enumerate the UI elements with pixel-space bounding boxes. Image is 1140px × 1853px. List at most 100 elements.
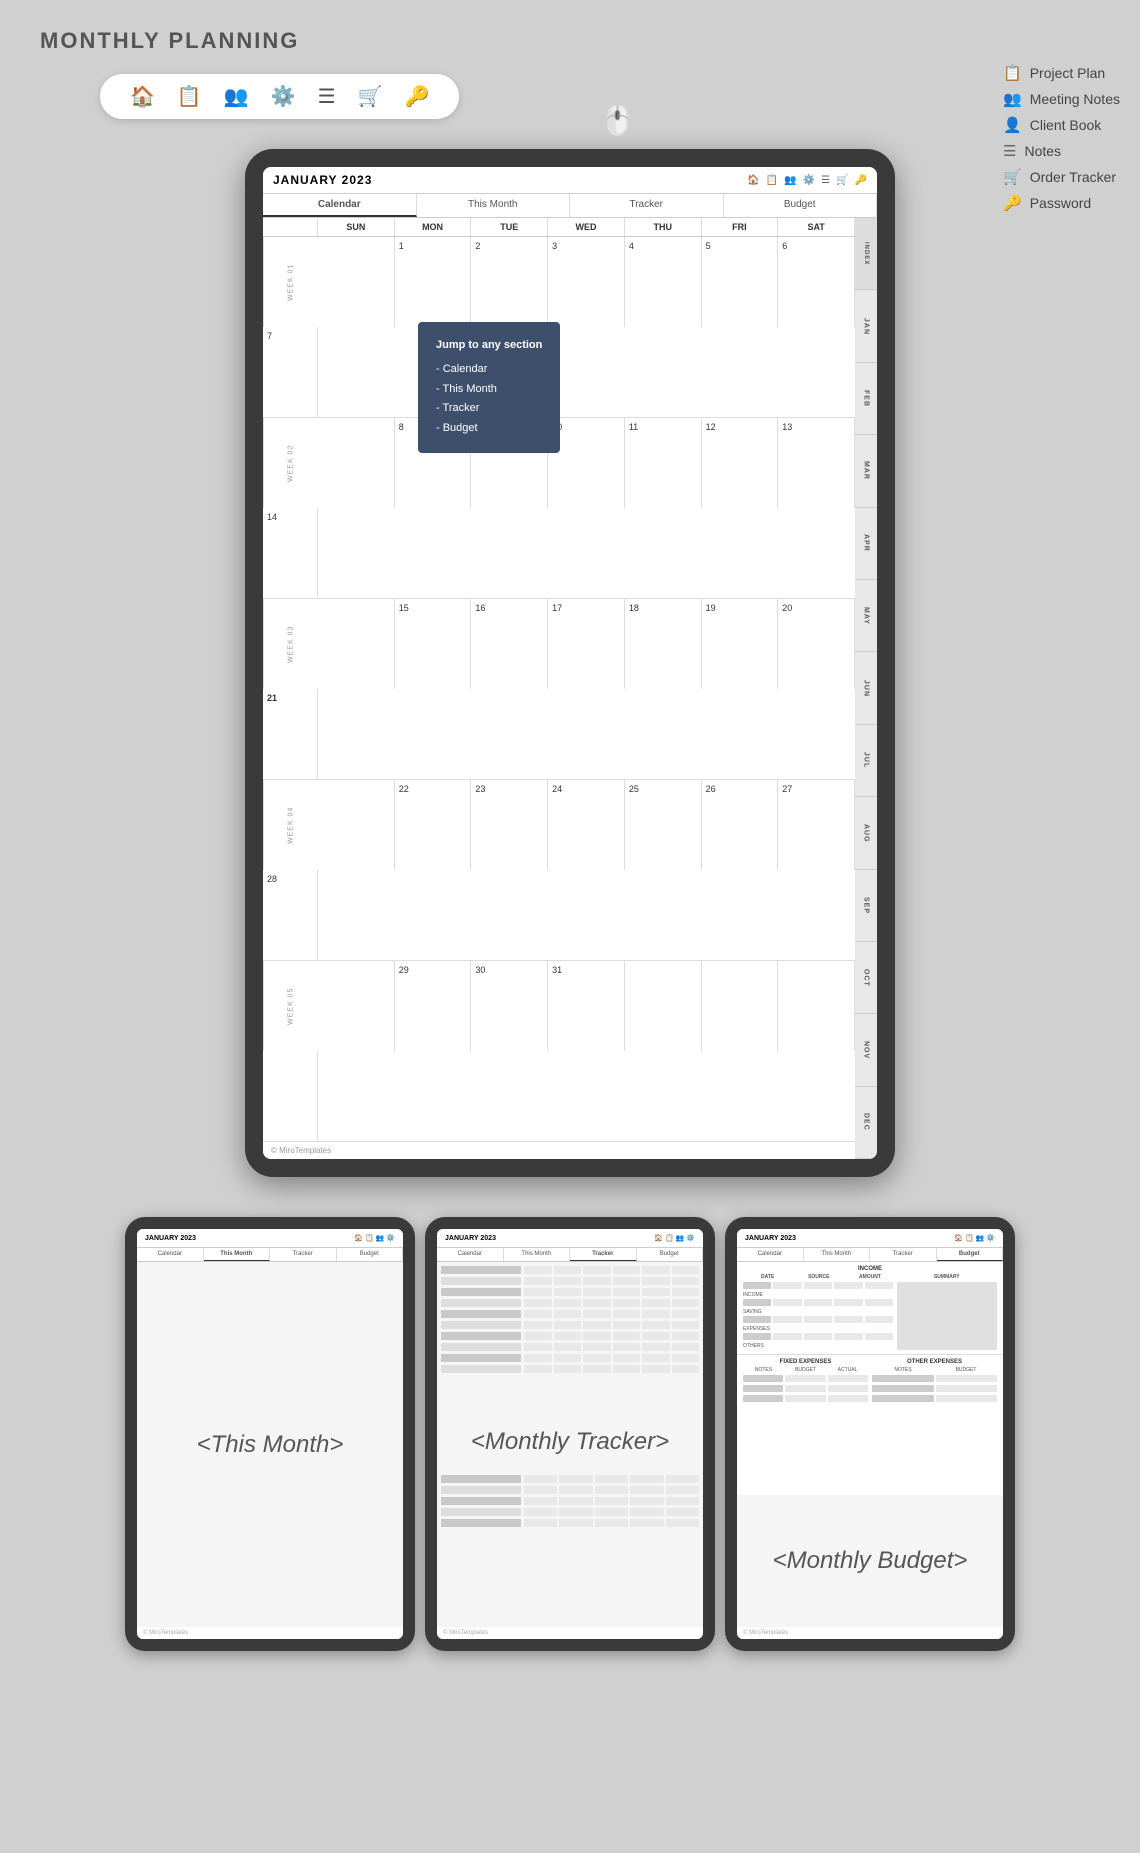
mini-tab-calendar-1[interactable]: Calendar xyxy=(137,1248,204,1261)
tab-calendar[interactable]: Calendar xyxy=(263,194,417,217)
mini-rows-tracker xyxy=(437,1262,703,1418)
month-sidebar: INDEX JAN FEB MAR APR MAY JUN JUL AUG SE… xyxy=(855,218,877,1159)
mini-tab-thismonth-2[interactable]: This Month xyxy=(504,1248,571,1261)
tooltip-item-3: - Tracker xyxy=(436,399,542,419)
other-budget-col: BUDGET xyxy=(935,1367,997,1373)
day-wed: WED xyxy=(548,218,625,236)
budget-income-label: INCOME xyxy=(743,1292,893,1298)
mini-tab-calendar-2[interactable]: Calendar xyxy=(437,1248,504,1261)
cal-cell: 25 xyxy=(625,780,702,870)
day-mon: MON xyxy=(395,218,472,236)
cal-cell: 26 xyxy=(702,780,779,870)
mini-screen-this-month: JANUARY 2023 🏠 📋 👥 ⚙️ Calendar This Mont… xyxy=(137,1229,403,1639)
bag-icon[interactable]: 🛒 xyxy=(358,84,383,109)
mini-tab-budget-1[interactable]: Budget xyxy=(337,1248,404,1261)
fixed-budget-col: BUDGET xyxy=(785,1367,826,1373)
mini-tab-tracker-2[interactable]: Tracker xyxy=(570,1248,637,1261)
mini-label-this-month: <This Month> xyxy=(197,1431,344,1459)
mini-tab-budget-3[interactable]: Budget xyxy=(937,1248,1004,1261)
key-icon[interactable]: 🔑 xyxy=(404,84,429,109)
cal-cell: 19 xyxy=(702,599,779,689)
table-row xyxy=(441,1266,699,1274)
mini-tab-thismonth-3[interactable]: This Month xyxy=(804,1248,871,1261)
month-tab-apr[interactable]: APR xyxy=(855,508,877,580)
cal-cell xyxy=(318,961,395,1051)
users-icon[interactable]: 👥 xyxy=(224,84,249,109)
settings-icon[interactable]: ⚙️ xyxy=(271,84,296,109)
table-row xyxy=(441,1497,699,1505)
day-thu: THU xyxy=(625,218,702,236)
budget-other-section: OTHER EXPENSES NOTES BUDGET xyxy=(872,1359,997,1405)
budget-expenses-label: EXPENSES xyxy=(743,1326,893,1332)
footer-brand: © MiroTemplates xyxy=(263,1142,855,1159)
month-tab-sep[interactable]: SEP xyxy=(855,870,877,942)
mini-footer-2: © MiroTemplates xyxy=(437,1627,703,1639)
table-row xyxy=(441,1365,699,1373)
cal-settings-icon[interactable]: ⚙️ xyxy=(803,175,815,186)
month-tab-mar[interactable]: MAR xyxy=(855,435,877,507)
mini-tab-tracker-3[interactable]: Tracker xyxy=(870,1248,937,1261)
sidebar-link-label: Client Book xyxy=(1030,117,1102,133)
sidebar-link-project-plan[interactable]: 📋 Project Plan xyxy=(1003,64,1120,82)
week-label-4: WEEK 04 xyxy=(263,780,318,870)
mini-header-2: JANUARY 2023 🏠 📋 👥 ⚙️ xyxy=(437,1229,703,1248)
month-tab-feb[interactable]: FEB xyxy=(855,363,877,435)
mini-content-this-month: <This Month> xyxy=(137,1262,403,1627)
clipboard-icon[interactable]: 📋 xyxy=(177,84,202,109)
sidebar-link-client-book[interactable]: 👤 Client Book xyxy=(1003,116,1120,134)
month-tab-index[interactable]: INDEX xyxy=(855,218,877,290)
home-icon[interactable]: 🏠 xyxy=(130,84,155,109)
tab-this-month[interactable]: This Month xyxy=(417,194,571,217)
month-tab-jun[interactable]: JUN xyxy=(855,652,877,724)
cal-bag-icon[interactable]: 🛒 xyxy=(836,175,848,186)
table-row xyxy=(441,1519,699,1527)
mini-tab-calendar-3[interactable]: Calendar xyxy=(737,1248,804,1261)
budget-fixed-section: FIXED EXPENSES NOTES BUDGET ACTUAL xyxy=(743,1359,868,1405)
month-tab-nov[interactable]: NOV xyxy=(855,1014,877,1086)
tab-budget[interactable]: Budget xyxy=(724,194,878,217)
cal-cell: 3 xyxy=(548,237,625,327)
cal-key-icon[interactable]: 🔑 xyxy=(855,175,867,186)
month-tab-jan[interactable]: JAN xyxy=(855,290,877,362)
month-tab-aug[interactable]: AUG xyxy=(855,797,877,869)
table-row xyxy=(441,1299,699,1307)
mini-footer-1: © MiroTemplates xyxy=(137,1627,403,1639)
calendar-header-icons: 🏠 📋 👥 ⚙️ ☰ 🛒 🔑 xyxy=(747,175,867,186)
tab-tracker[interactable]: Tracker xyxy=(570,194,724,217)
cal-menu-icon[interactable]: ☰ xyxy=(821,175,830,186)
cal-users-icon[interactable]: 👥 xyxy=(784,175,796,186)
cal-cell: 13 xyxy=(778,418,855,508)
cal-home-icon[interactable]: 🏠 xyxy=(747,175,759,186)
mini-tab-budget-2[interactable]: Budget xyxy=(637,1248,704,1261)
cal-clip-icon[interactable]: 📋 xyxy=(766,175,778,186)
month-tab-may[interactable]: MAY xyxy=(855,580,877,652)
month-tab-jul[interactable]: JUL xyxy=(855,725,877,797)
menu-icon[interactable]: ☰ xyxy=(318,84,336,109)
week-row-4: WEEK 04 22 23 24 25 26 27 28 xyxy=(263,780,855,961)
sidebar-link-meeting-notes[interactable]: 👥 Meeting Notes xyxy=(1003,90,1120,108)
month-tab-dec[interactable]: DEC xyxy=(855,1087,877,1159)
cal-cell: 4 xyxy=(625,237,702,327)
cal-cell: 21 xyxy=(263,689,318,779)
cal-cell xyxy=(625,961,702,1051)
budget-saving-label: SAVING xyxy=(743,1309,893,1315)
client-book-icon: 👤 xyxy=(1003,116,1022,134)
cal-cell: 24 xyxy=(548,780,625,870)
mini-tab-tracker-1[interactable]: Tracker xyxy=(270,1248,337,1261)
tooltip-item-1: - Calendar xyxy=(436,360,542,380)
tablet-screen: JANUARY 2023 🏠 📋 👥 ⚙️ ☰ 🛒 🔑 Calendar Thi… xyxy=(263,167,877,1159)
table-row xyxy=(441,1486,699,1494)
mini-tab-thismonth-1[interactable]: This Month xyxy=(204,1248,271,1261)
cal-cell: 28 xyxy=(263,870,318,960)
cal-cell: 2 xyxy=(471,237,548,327)
table-row xyxy=(441,1343,699,1351)
cal-cell: 6 xyxy=(778,237,855,327)
table-row xyxy=(441,1321,699,1329)
cal-cell xyxy=(318,237,395,327)
main-tablet: JANUARY 2023 🏠 📋 👥 ⚙️ ☰ 🛒 🔑 Calendar Thi… xyxy=(245,149,895,1177)
budget-section-income: INCOME DATE SOURCE AMOUNT SUMMARY INCOME xyxy=(737,1262,1003,1355)
day-sun: SUN xyxy=(318,218,395,236)
budget-row xyxy=(743,1395,868,1402)
month-tab-oct[interactable]: OCT xyxy=(855,942,877,1014)
tooltip-popup: Jump to any section - Calendar - This Mo… xyxy=(418,322,560,453)
